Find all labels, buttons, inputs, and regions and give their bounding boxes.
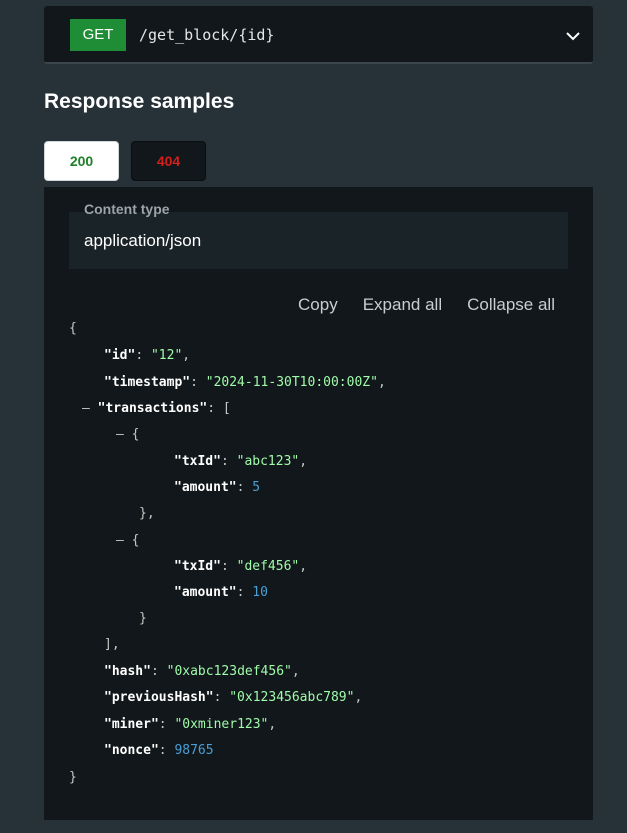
tab-status-404[interactable]: 404 xyxy=(131,141,206,181)
json-open-brace: { xyxy=(69,321,77,336)
json-line: "hash": "0xabc123def456", xyxy=(104,664,300,679)
json-line: "miner": "0xminer123", xyxy=(104,717,277,732)
json-string: "0xminer123" xyxy=(174,717,269,732)
endpoint-path: /get_block/{id} xyxy=(139,26,275,44)
json-line: "txId": "def456", xyxy=(174,559,308,574)
endpoint-header[interactable]: GET /get_block/{id} xyxy=(44,6,593,64)
json-key: "txId" xyxy=(174,454,221,469)
json-line: "amount": 5 xyxy=(174,480,261,495)
collapse-all-button[interactable]: Collapse all xyxy=(467,294,555,316)
copy-button[interactable]: Copy xyxy=(298,294,338,316)
content-type-value: application/json xyxy=(84,231,202,250)
tab-status-200[interactable]: 200 xyxy=(44,141,119,181)
json-line: "previousHash": "0x123456abc789", xyxy=(104,690,363,705)
json-key: "previousHash" xyxy=(104,690,214,705)
collapse-toggle[interactable]: – xyxy=(82,401,98,416)
json-string: "0xabc123def456" xyxy=(166,664,292,679)
sample-actions: Copy Expand all Collapse all xyxy=(298,294,555,316)
json-line: } xyxy=(69,768,77,788)
json-number: 5 xyxy=(252,480,261,495)
json-key: "amount" xyxy=(174,585,237,600)
json-number: 10 xyxy=(252,585,268,600)
json-line: – "transactions": [ xyxy=(82,401,231,416)
json-line: – { xyxy=(116,427,140,442)
json-line: { xyxy=(69,319,77,339)
collapse-toggle[interactable]: – xyxy=(116,427,132,442)
content-type-box: Content type application/json xyxy=(69,201,568,269)
json-key: "amount" xyxy=(174,480,237,495)
json-key: "hash" xyxy=(104,664,151,679)
json-key: "nonce" xyxy=(104,743,159,758)
json-line: "nonce": 98765 xyxy=(104,743,214,758)
json-key: "id" xyxy=(104,348,136,363)
json-close-brace: } xyxy=(69,770,77,785)
json-key: "miner" xyxy=(104,717,159,732)
expand-all-button[interactable]: Expand all xyxy=(363,294,442,316)
json-number: 98765 xyxy=(174,743,214,758)
json-key: "transactions" xyxy=(97,401,208,416)
json-line: "id": "12", xyxy=(104,348,191,363)
content-type-label: Content type xyxy=(84,201,170,217)
collapse-toggle[interactable]: – xyxy=(116,533,132,548)
response-sample-panel: Content type application/json Copy Expan… xyxy=(44,187,593,820)
json-line: "amount": 10 xyxy=(174,585,268,600)
json-string: "0x123456abc789" xyxy=(229,690,355,705)
http-method-badge: GET xyxy=(70,19,126,51)
json-string: "abc123" xyxy=(236,454,300,469)
json-line: ], xyxy=(104,637,120,652)
json-line: } xyxy=(139,611,147,626)
chevron-down-icon[interactable] xyxy=(565,28,581,44)
json-line: "txId": "abc123", xyxy=(174,454,308,469)
json-line: – { xyxy=(116,533,140,548)
json-line: "timestamp": "2024-11-30T10:00:00Z", xyxy=(104,375,386,390)
json-string: "def456" xyxy=(236,559,300,574)
json-line: }, xyxy=(139,506,155,521)
json-string: "2024-11-30T10:00:00Z" xyxy=(205,375,378,390)
json-key: "timestamp" xyxy=(104,375,191,390)
json-string: "12" xyxy=(150,348,183,363)
response-samples-title: Response samples xyxy=(44,90,235,113)
json-key: "txId" xyxy=(174,559,221,574)
